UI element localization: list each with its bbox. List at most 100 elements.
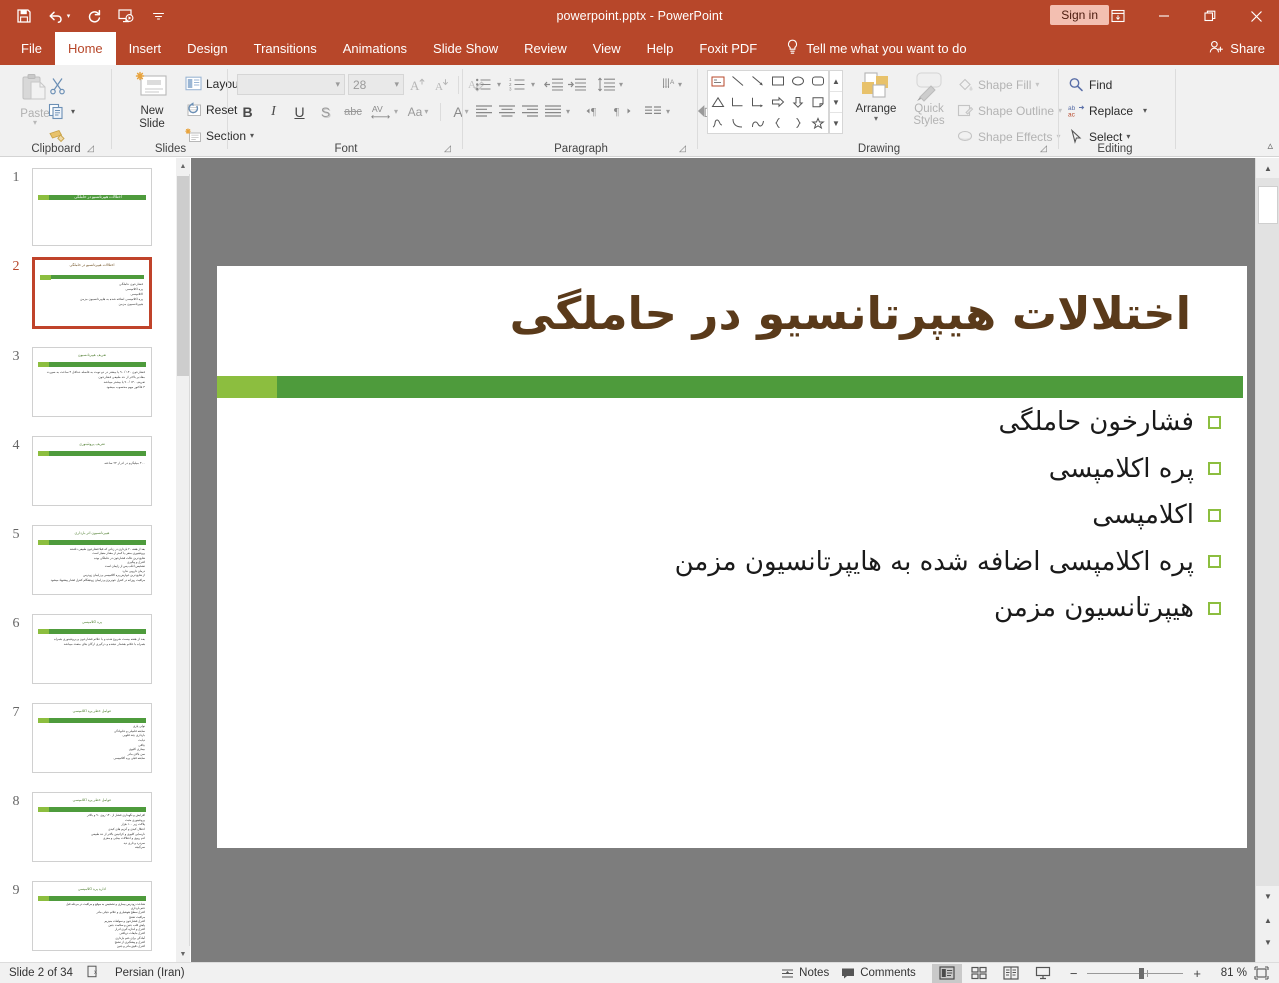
arrange-button[interactable]: Arrange ▾: [849, 71, 903, 122]
scroll-thumb[interactable]: [1258, 186, 1278, 224]
quick-styles-button[interactable]: Quick Styles: [905, 71, 953, 127]
chevron-down-icon[interactable]: ▾: [394, 79, 399, 90]
rectangle-shape[interactable]: [768, 71, 788, 92]
thumbnail-slide-3[interactable]: تعریف هیپرتانسیون فشارخون ۱۴۰ / ۹۰ یا بی…: [32, 347, 152, 417]
strikethrough-button[interactable]: abc: [341, 101, 365, 122]
tab-file[interactable]: File: [8, 32, 55, 65]
copy-dropdown-caret[interactable]: ▾: [71, 107, 75, 116]
text-shadow-button[interactable]: S: [315, 101, 336, 122]
change-case-button[interactable]: Aa ▾: [403, 101, 433, 122]
italic-button[interactable]: I: [263, 101, 284, 122]
previous-slide-icon[interactable]: ▲: [1256, 910, 1279, 930]
gallery-more-icon[interactable]: ▼: [830, 113, 842, 133]
thumbnail-slide-5[interactable]: هیپرتانسیون اثر بارداری بعد از هفته ۲۰ ب…: [32, 525, 152, 595]
notes-button[interactable]: Notes: [781, 967, 829, 980]
cut-button[interactable]: [48, 75, 75, 96]
pane-scroll-up-icon[interactable]: ▲: [176, 158, 190, 174]
elbow-connector-shape[interactable]: [728, 92, 748, 113]
justify-button[interactable]: [543, 101, 563, 121]
character-spacing-button[interactable]: AV ▾: [370, 101, 398, 122]
tell-me-search[interactable]: Tell me what you want to do: [770, 32, 966, 65]
tab-design[interactable]: Design: [174, 32, 240, 65]
thumbnail-slide-6[interactable]: پره اکلامپسی بعد از هفته بیست شروع شده و…: [32, 614, 152, 684]
change-case-caret[interactable]: ▾: [424, 107, 428, 116]
slide-title[interactable]: اختلالات هیپرتانسیو در حاملگی: [277, 288, 1191, 340]
font-dialog-launcher[interactable]: ◿: [444, 143, 455, 154]
thumbnail-slide-7[interactable]: عوامل خطر پره اکلامپسی نولی پاری سابقه ف…: [32, 703, 152, 773]
arrow-shape[interactable]: [748, 71, 768, 92]
chevron-down-icon[interactable]: ▾: [335, 79, 340, 90]
tab-slide-show[interactable]: Slide Show: [420, 32, 511, 65]
down-arrow-shape[interactable]: [788, 92, 808, 113]
normal-view-button[interactable]: [932, 964, 962, 983]
thumbnail-row-1[interactable]: 1 اختلالات هیپرتانسیو در حاملگی: [0, 168, 176, 246]
copy-button[interactable]: ▾: [48, 101, 75, 122]
paste-dropdown-caret[interactable]: ▾: [33, 120, 37, 126]
rtl-direction-button[interactable]: ¶: [612, 101, 632, 121]
gallery-scroll-up-icon[interactable]: ▲: [830, 71, 842, 92]
thumbnail-row-3[interactable]: 3 تعریف هیپرتانسیون فشارخون ۱۴۰ / ۹۰ یا …: [0, 347, 176, 417]
curve-shape[interactable]: [728, 112, 748, 133]
elbow-arrow-shape[interactable]: [748, 92, 768, 113]
char-spacing-caret[interactable]: ▾: [394, 107, 398, 116]
tab-view[interactable]: View: [580, 32, 634, 65]
shape-outline-button[interactable]: Shape Outline ▾: [957, 100, 1062, 121]
textbox-shape[interactable]: [708, 71, 728, 92]
numbering-caret[interactable]: ▾: [531, 80, 535, 89]
comments-button[interactable]: Comments: [841, 967, 916, 980]
select-caret[interactable]: ▾: [1126, 132, 1130, 141]
close-icon[interactable]: [1233, 0, 1279, 32]
clipboard-dialog-launcher[interactable]: ◿: [87, 143, 98, 154]
bullet-item[interactable]: هیپرتانسیون مزمن: [277, 592, 1221, 625]
bullet-item[interactable]: اکلامپسی: [277, 499, 1221, 532]
justify-caret[interactable]: ▾: [566, 107, 570, 116]
text-direction-button[interactable]: A ▾: [662, 74, 682, 94]
zoom-knob[interactable]: [1139, 968, 1144, 979]
line-shape[interactable]: [728, 71, 748, 92]
align-right-button[interactable]: [520, 101, 540, 121]
slide-counter[interactable]: Slide 2 of 34: [9, 967, 73, 979]
slide-body-placeholder[interactable]: فشارخون حاملگی پره اکلامپسی اکلامپسی پره…: [277, 406, 1221, 639]
rounded-rectangle-shape[interactable]: [808, 71, 828, 92]
slide-thumbnail-pane[interactable]: 1 اختلالات هیپرتانسیو در حاملگی 2 اختلال…: [0, 158, 176, 962]
scribble-shape[interactable]: [708, 112, 728, 133]
share-button[interactable]: Share: [1209, 32, 1265, 65]
thumbnail-row-9[interactable]: 9 اداره پره اکلامپسی شناخت زودرس بیماری …: [0, 881, 176, 951]
zoom-out-button[interactable]: −: [1066, 966, 1082, 981]
align-center-button[interactable]: [497, 101, 517, 121]
left-brace-shape[interactable]: [768, 112, 788, 133]
new-slide-button[interactable]: New Slide: [123, 71, 181, 131]
bullet-item[interactable]: فشارخون حاملگی: [277, 406, 1221, 439]
zoom-level[interactable]: 81 %: [1213, 967, 1247, 979]
restore-icon[interactable]: [1187, 0, 1233, 32]
font-size-combobox[interactable]: 28 ▾: [348, 74, 404, 95]
replace-caret[interactable]: ▾: [1143, 106, 1147, 115]
gallery-scroll-down-icon[interactable]: ▼: [830, 92, 842, 113]
language-indicator[interactable]: Persian (Iran): [115, 967, 185, 979]
collapse-ribbon-button[interactable]: ▵: [1267, 139, 1273, 152]
columns-caret[interactable]: ▾: [666, 107, 670, 116]
shape-fill-button[interactable]: Shape Fill ▾: [957, 74, 1062, 95]
bullets-button[interactable]: [474, 74, 494, 94]
thumbnail-slide-4[interactable]: تعریف پروتئینوری ۳۰۰ میلیگرم در ادرار ۲۴…: [32, 436, 152, 506]
decrease-indent-button[interactable]: [544, 74, 564, 94]
scroll-down-icon[interactable]: ▼: [1256, 886, 1279, 906]
thumbnail-row-7[interactable]: 7 عوامل خطر پره اکلامپسی نولی پاری سابقه…: [0, 703, 176, 773]
columns-button[interactable]: [643, 101, 663, 121]
increase-indent-button[interactable]: [567, 74, 587, 94]
next-slide-icon[interactable]: ▼: [1256, 932, 1279, 952]
decrease-font-size-button[interactable]: A: [431, 74, 452, 95]
spell-check-icon[interactable]: x: [87, 965, 101, 981]
thumbnail-row-6[interactable]: 6 پره اکلامپسی بعد از هفته بیست شروع شده…: [0, 614, 176, 684]
drawing-dialog-launcher[interactable]: ◿: [1040, 143, 1051, 154]
tab-foxit-pdf[interactable]: Foxit PDF: [686, 32, 770, 65]
star-shape[interactable]: [808, 112, 828, 133]
increase-font-size-button[interactable]: A: [407, 74, 428, 95]
pane-scroll-down-icon[interactable]: ▼: [176, 946, 190, 962]
thumbnail-pane-scrollbar[interactable]: ▲ ▼: [176, 158, 190, 962]
thumbnail-slide-8[interactable]: عوامل خطر پره اکلامپسی افزایش و نگهداری …: [32, 792, 152, 862]
line-spacing-button[interactable]: [596, 74, 616, 94]
tab-insert[interactable]: Insert: [116, 32, 175, 65]
replace-button[interactable]: abac Replace ▾: [1068, 100, 1147, 121]
current-slide[interactable]: اختلالات هیپرتانسیو در حاملگی فشارخون حا…: [217, 266, 1247, 848]
